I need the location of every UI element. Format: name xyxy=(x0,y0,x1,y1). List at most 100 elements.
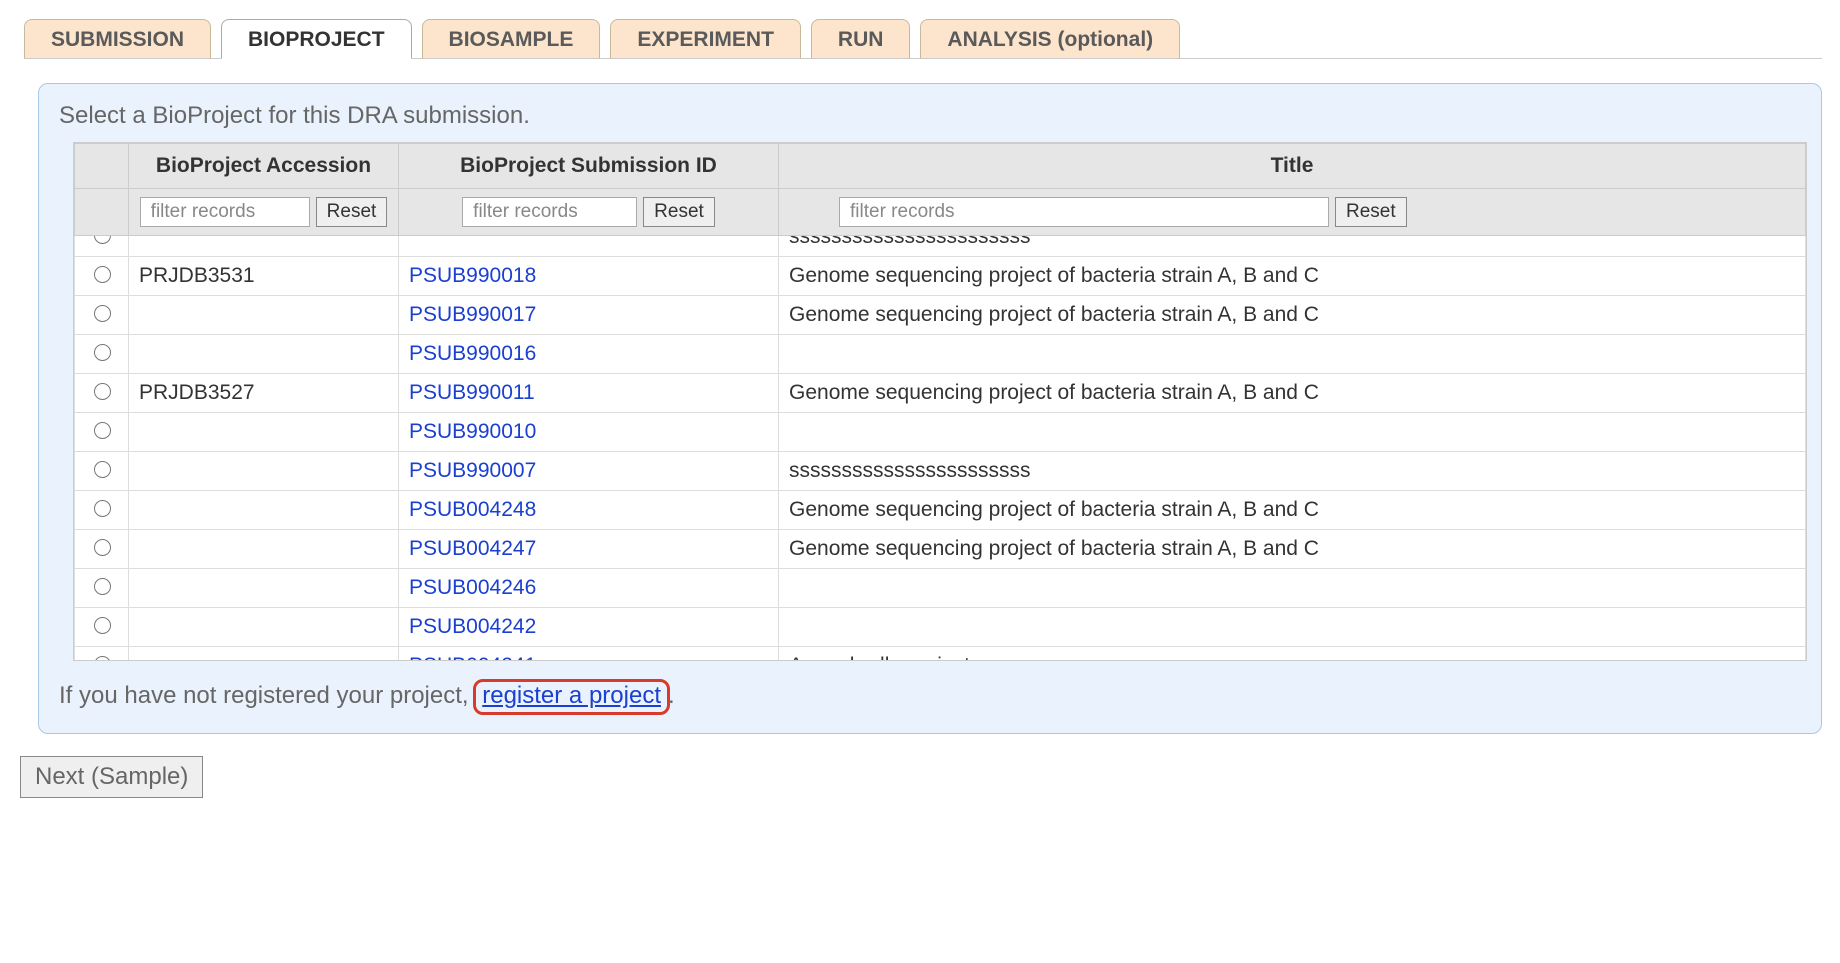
title-cell xyxy=(779,569,1806,608)
accession-cell xyxy=(129,491,399,530)
title-cell xyxy=(779,335,1806,374)
row-select-cell xyxy=(75,491,129,530)
filter-input-title[interactable] xyxy=(839,197,1329,227)
submission-link[interactable]: PSUB990007 xyxy=(409,459,536,482)
row-select-radio[interactable] xyxy=(94,383,111,400)
title-cell: Genome sequencing project of bacteria st… xyxy=(779,296,1806,335)
table-row: PSUB004248 Genome sequencing project of b… xyxy=(75,491,1806,530)
title-cell: Genome sequencing project of bacteria st… xyxy=(779,374,1806,413)
footer-prefix: If you have not registered your project, xyxy=(59,682,475,709)
row-select-radio[interactable] xyxy=(94,236,111,244)
submission-cell: PSUB004242 xyxy=(399,608,779,647)
tab-bioproject[interactable]: BIOPROJECT xyxy=(221,19,412,59)
submission-link[interactable]: PSUB004242 xyxy=(409,615,536,638)
submission-link[interactable]: PSUB004246 xyxy=(409,576,536,599)
reset-button-submission[interactable]: Reset xyxy=(643,197,715,227)
row-select-radio[interactable] xyxy=(94,461,111,478)
accession-cell: PRJDB3531 xyxy=(129,257,399,296)
row-select-radio[interactable] xyxy=(94,305,111,322)
next-button[interactable]: Next (Sample) xyxy=(20,756,203,798)
submission-cell: PSUB990017 xyxy=(399,296,779,335)
table-row: PSUB990019sssssssssssssssssssssss xyxy=(75,236,1806,257)
accession-cell xyxy=(129,647,399,661)
row-select-radio[interactable] xyxy=(94,500,111,517)
row-select-radio[interactable] xyxy=(94,578,111,595)
table-row: PRJDB3531PSUB990018Genome sequencing pro… xyxy=(75,257,1806,296)
footer-suffix: . xyxy=(668,682,675,709)
accession-cell xyxy=(129,530,399,569)
submission-link[interactable]: PSUB004247 xyxy=(409,537,536,560)
row-select-cell xyxy=(75,530,129,569)
col-header-select xyxy=(75,144,129,189)
row-select-radio[interactable] xyxy=(94,266,111,283)
row-select-cell xyxy=(75,569,129,608)
accession-cell xyxy=(129,413,399,452)
title-cell xyxy=(779,413,1806,452)
tab-experiment[interactable]: EXPERIMENT xyxy=(610,19,801,59)
submission-link[interactable]: PSUB990011 xyxy=(409,381,535,404)
submission-link[interactable]: PSUB990018 xyxy=(409,264,536,287)
filter-cell-select xyxy=(75,189,129,236)
accession-cell xyxy=(129,608,399,647)
submission-link[interactable]: PSUB990017 xyxy=(409,303,536,326)
row-select-cell xyxy=(75,647,129,661)
row-select-radio[interactable] xyxy=(94,422,111,439)
submission-cell: PSUB004241 xyxy=(399,647,779,661)
filter-input-accession[interactable] xyxy=(140,197,310,227)
filter-cell-title: Reset xyxy=(779,189,1806,236)
table-row: PSUB990010 xyxy=(75,413,1806,452)
title-cell: An umbrella project xyxy=(779,647,1806,661)
submission-link[interactable]: PSUB990016 xyxy=(409,342,536,365)
reset-button-title[interactable]: Reset xyxy=(1335,197,1407,227)
row-select-radio[interactable] xyxy=(94,344,111,361)
table-row: PSUB990017 Genome sequencing project of b… xyxy=(75,296,1806,335)
submission-cell: PSUB990011 xyxy=(399,374,779,413)
row-select-cell xyxy=(75,335,129,374)
col-header-title: Title xyxy=(779,144,1806,189)
submission-cell: PSUB990018 xyxy=(399,257,779,296)
title-cell: Genome sequencing project of bacteria st… xyxy=(779,530,1806,569)
table-row: PRJDB3527PSUB990011Genome sequencing pro… xyxy=(75,374,1806,413)
submission-cell: PSUB004246 xyxy=(399,569,779,608)
panel-intro-text: Select a BioProject for this DRA submiss… xyxy=(59,102,1801,130)
submission-link[interactable]: PSUB004241 xyxy=(409,654,536,660)
grid-scroll-area[interactable]: PSUB990019sssssssssssssssssssssssPRJDB35… xyxy=(74,236,1806,660)
reset-button-accession[interactable]: Reset xyxy=(316,197,388,227)
row-select-cell xyxy=(75,296,129,335)
title-cell: Genome sequencing project of bacteria st… xyxy=(779,491,1806,530)
tab-analysis[interactable]: ANALYSIS (optional) xyxy=(920,19,1180,59)
submission-link[interactable]: PSUB004248 xyxy=(409,498,536,521)
table-row: PSUB004246 xyxy=(75,569,1806,608)
tab-submission[interactable]: SUBMISSION xyxy=(24,19,211,59)
title-cell xyxy=(779,608,1806,647)
table-row: PSUB990016 xyxy=(75,335,1806,374)
row-select-cell xyxy=(75,452,129,491)
filter-cell-submission: Reset xyxy=(399,189,779,236)
tab-bar: SUBMISSIONBIOPROJECTBIOSAMPLEEXPERIMENTR… xyxy=(24,18,1822,59)
row-select-radio[interactable] xyxy=(94,539,111,556)
accession-cell xyxy=(129,236,399,257)
bioproject-grid: BioProject Accession BioProject Submissi… xyxy=(73,142,1807,661)
submission-link[interactable]: PSUB990010 xyxy=(409,420,536,443)
submission-cell: PSUB990007 xyxy=(399,452,779,491)
register-project-link[interactable]: register a project xyxy=(482,682,661,709)
row-select-radio[interactable] xyxy=(94,617,111,634)
filter-input-submission[interactable] xyxy=(462,197,637,227)
grid-header: BioProject Accession BioProject Submissi… xyxy=(74,143,1806,236)
col-header-submission: BioProject Submission ID xyxy=(399,144,779,189)
submission-cell: PSUB004247 xyxy=(399,530,779,569)
tab-biosample[interactable]: BIOSAMPLE xyxy=(422,19,601,59)
accession-cell xyxy=(129,335,399,374)
submission-cell: PSUB004248 xyxy=(399,491,779,530)
tab-run[interactable]: RUN xyxy=(811,19,911,59)
row-select-cell xyxy=(75,608,129,647)
register-link-highlight: register a project xyxy=(473,679,670,715)
row-select-radio[interactable] xyxy=(94,656,111,660)
filter-cell-accession: Reset xyxy=(129,189,399,236)
table-row: PSUB004247 Genome sequencing project of b… xyxy=(75,530,1806,569)
accession-cell xyxy=(129,452,399,491)
title-cell: sssssssssssssssssssssss xyxy=(779,452,1806,491)
accession-cell xyxy=(129,296,399,335)
submission-link[interactable]: PSUB990019 xyxy=(409,236,536,237)
row-select-cell xyxy=(75,236,129,257)
